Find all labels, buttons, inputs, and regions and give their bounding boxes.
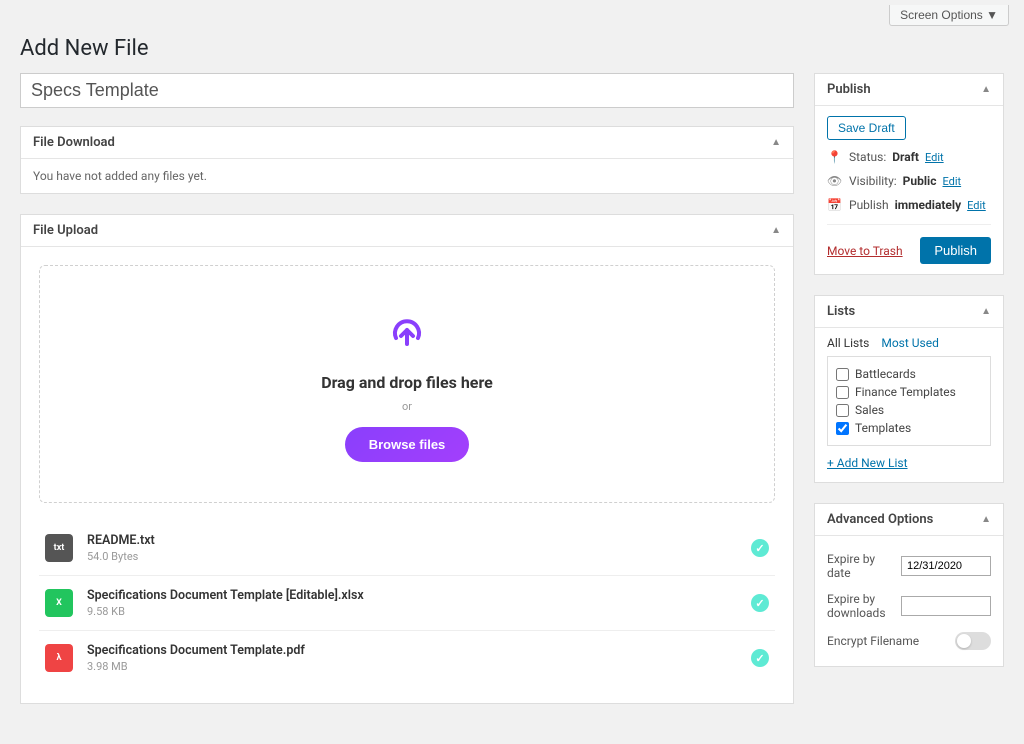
file-size: 54.0 Bytes bbox=[87, 550, 751, 563]
encrypt-label: Encrypt Filename bbox=[827, 634, 919, 648]
list-item[interactable]: Templates bbox=[836, 419, 982, 437]
pin-icon: 📍 bbox=[827, 150, 843, 164]
file-name: README.txt bbox=[87, 533, 751, 548]
publish-panel: Publish ▲ Save Draft 📍 Status: Draft Edi… bbox=[814, 73, 1004, 275]
dropzone-heading: Drag and drop files here bbox=[60, 373, 754, 392]
collapse-icon[interactable]: ▲ bbox=[771, 137, 781, 148]
file-upload-panel: File Upload ▲ Drag and drop files here o… bbox=[20, 214, 794, 704]
schedule-label: Publish bbox=[849, 198, 889, 212]
file-download-heading: File Download bbox=[33, 135, 115, 150]
move-to-trash-link[interactable]: Move to Trash bbox=[827, 244, 903, 258]
file-item: txt README.txt 54.0 Bytes bbox=[39, 521, 775, 576]
lists-panel: Lists ▲ All Lists Most Used Battlecards F… bbox=[814, 295, 1004, 483]
collapse-icon[interactable]: ▲ bbox=[981, 84, 991, 95]
file-download-panel: File Download ▲ You have not added any f… bbox=[20, 126, 794, 194]
list-item[interactable]: Battlecards bbox=[836, 365, 982, 383]
file-size: 9.58 KB bbox=[87, 605, 751, 618]
expire-downloads-input[interactable] bbox=[901, 596, 991, 616]
file-item: X Specifications Document Template [Edit… bbox=[39, 576, 775, 631]
advanced-options-panel: Advanced Options ▲ Expire by date Expire… bbox=[814, 503, 1004, 667]
publish-button[interactable]: Publish bbox=[920, 237, 991, 264]
status-edit-link[interactable]: Edit bbox=[925, 151, 944, 164]
file-name: Specifications Document Template.pdf bbox=[87, 643, 751, 658]
file-name: Specifications Document Template [Editab… bbox=[87, 588, 751, 603]
visibility-edit-link[interactable]: Edit bbox=[942, 175, 961, 188]
eye-icon: 👁 bbox=[827, 174, 843, 188]
file-download-empty-msg: You have not added any files yet. bbox=[21, 159, 793, 193]
list-item-label: Battlecards bbox=[855, 367, 916, 381]
post-title-input[interactable] bbox=[20, 73, 794, 108]
expire-downloads-label: Expire by downloads bbox=[827, 592, 901, 620]
encrypt-toggle[interactable] bbox=[955, 632, 991, 650]
check-icon bbox=[751, 649, 769, 667]
collapse-icon[interactable]: ▲ bbox=[981, 514, 991, 525]
add-new-list-link[interactable]: + Add New List bbox=[815, 456, 1003, 482]
list-checkbox[interactable] bbox=[836, 386, 849, 399]
list-checkbox[interactable] bbox=[836, 368, 849, 381]
visibility-label: Visibility: bbox=[849, 174, 897, 188]
file-type-icon: txt bbox=[45, 534, 73, 562]
file-type-icon: λ bbox=[45, 644, 73, 672]
calendar-icon: 📅 bbox=[827, 198, 843, 212]
tab-most-used[interactable]: Most Used bbox=[881, 336, 939, 350]
list-item-label: Templates bbox=[855, 421, 911, 435]
list-item-label: Finance Templates bbox=[855, 385, 956, 399]
advanced-heading: Advanced Options bbox=[827, 512, 933, 527]
list-checkbox[interactable] bbox=[836, 422, 849, 435]
expire-date-input[interactable] bbox=[901, 556, 991, 576]
publish-heading: Publish bbox=[827, 82, 871, 97]
save-draft-button[interactable]: Save Draft bbox=[827, 116, 906, 140]
page-title: Add New File bbox=[20, 36, 1004, 61]
list-checkbox[interactable] bbox=[836, 404, 849, 417]
lists-heading: Lists bbox=[827, 304, 855, 319]
dropzone-or: or bbox=[60, 400, 754, 413]
list-item[interactable]: Sales bbox=[836, 401, 982, 419]
screen-options-button[interactable]: Screen Options ▼ bbox=[889, 5, 1009, 26]
visibility-value: Public bbox=[903, 174, 937, 188]
schedule-value: immediately bbox=[895, 198, 962, 212]
expire-date-label: Expire by date bbox=[827, 552, 901, 580]
upload-cloud-icon bbox=[60, 316, 754, 358]
dropzone[interactable]: Drag and drop files here or Browse files bbox=[39, 265, 775, 503]
file-upload-heading: File Upload bbox=[33, 223, 98, 238]
list-item-label: Sales bbox=[855, 403, 884, 417]
tab-all-lists[interactable]: All Lists bbox=[827, 336, 869, 350]
list-item[interactable]: Finance Templates bbox=[836, 383, 982, 401]
collapse-icon[interactable]: ▲ bbox=[771, 225, 781, 236]
file-type-icon: X bbox=[45, 589, 73, 617]
browse-files-button[interactable]: Browse files bbox=[345, 427, 470, 462]
collapse-icon[interactable]: ▲ bbox=[981, 306, 991, 317]
status-value: Draft bbox=[892, 150, 919, 164]
file-size: 3.98 MB bbox=[87, 660, 751, 673]
file-item: λ Specifications Document Template.pdf 3… bbox=[39, 631, 775, 685]
status-label: Status: bbox=[849, 150, 886, 164]
check-icon bbox=[751, 539, 769, 557]
schedule-edit-link[interactable]: Edit bbox=[967, 199, 986, 212]
